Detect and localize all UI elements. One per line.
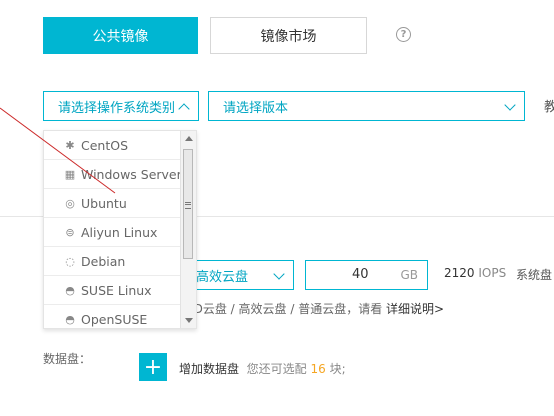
scroll-down-icon[interactable] — [185, 318, 193, 323]
os-dropdown-list[interactable]: ✱ CentOS ▦ Windows Server ◎ Ubuntu ⊜ Aliyun Lin… — [43, 130, 197, 329]
os-option-label: CentOS — [81, 137, 129, 153]
windows-icon: ▦ — [64, 167, 76, 181]
disk-size-unit: GB — [400, 268, 418, 282]
os-category-placeholder: 请选择操作系统类别 — [58, 100, 176, 116]
os-option[interactable]: ◎ Ubuntu — [44, 189, 182, 218]
os-option[interactable]: ◓ OpenSUSE — [44, 305, 182, 328]
chevron-down-icon — [504, 99, 516, 111]
os-option[interactable]: ◌ Debian — [44, 247, 182, 276]
opensuse-icon: ◓ — [65, 312, 75, 326]
details-link[interactable]: 详细说明> — [386, 302, 444, 316]
add-data-disk-text[interactable]: 增加数据盘 您还可选配 16 块; — [179, 360, 346, 377]
tab-image-marketplace[interactable]: 镜像市场 — [210, 17, 367, 54]
remain-prefix: 您还可选配 — [246, 362, 307, 376]
system-disk-label: 系统盘 — [516, 268, 553, 282]
scrollbar-thumb[interactable] — [183, 149, 193, 259]
aliyun-icon: ⊜ — [65, 225, 75, 239]
os-option-label: Ubuntu — [81, 195, 127, 211]
os-category-select[interactable]: 请选择操作系统类别 — [43, 91, 199, 121]
version-placeholder: 请选择版本 — [223, 100, 289, 116]
os-option-label: Windows Server — [81, 166, 182, 182]
tab-public-image[interactable]: 公共镜像 — [43, 17, 198, 54]
chevron-up-icon — [178, 103, 190, 115]
remain-suffix: 块; — [329, 362, 346, 376]
iops-readout: 2120 IOPS — [444, 266, 506, 280]
os-option[interactable]: ✱ CentOS — [44, 131, 182, 160]
debian-icon: ◌ — [65, 254, 75, 268]
iops-value: 2120 — [444, 266, 475, 280]
os-option-label: Debian — [81, 253, 126, 269]
chevron-down-icon — [273, 268, 285, 280]
data-disk-label: 数据盘： — [43, 352, 92, 366]
dropdown-scrollbar[interactable] — [180, 131, 196, 328]
os-option[interactable]: ▦ Windows Server — [44, 160, 182, 189]
disk-size-value: 40 — [352, 267, 369, 282]
scroll-up-icon[interactable] — [185, 136, 193, 141]
os-option-label: SUSE Linux — [81, 282, 152, 298]
ubuntu-icon: ◎ — [65, 196, 75, 210]
suse-icon: ◓ — [65, 283, 75, 297]
version-select[interactable]: 请选择版本 — [208, 91, 525, 121]
os-option[interactable]: ◓ SUSE Linux — [44, 276, 182, 305]
add-data-disk-button[interactable]: + — [139, 353, 167, 381]
remain-count: 16 — [310, 362, 326, 376]
grip-icon — [185, 202, 191, 209]
help-icon[interactable]: ? — [396, 27, 411, 42]
disk-description: SD云盘 / 高效云盘 / 普通云盘，请看 详细说明> — [186, 300, 444, 317]
add-data-disk-label[interactable]: 增加数据盘 — [179, 362, 239, 376]
disk-description-text: SD云盘 / 高效云盘 / 普通云盘，请看 — [186, 302, 387, 316]
truncated-link-text[interactable]: 教 — [544, 96, 554, 115]
os-option-label: Aliyun Linux — [81, 224, 158, 240]
iops-unit: IOPS — [478, 266, 507, 280]
os-option-label: OpenSUSE — [81, 311, 148, 327]
centos-icon: ✱ — [65, 138, 75, 152]
os-option[interactable]: ⊜ Aliyun Linux — [44, 218, 182, 247]
disk-size-input[interactable]: 40 GB — [305, 260, 428, 290]
disk-type-value: 高效云盘 — [196, 269, 249, 285]
disk-type-select[interactable]: 高效云盘 — [181, 260, 294, 290]
